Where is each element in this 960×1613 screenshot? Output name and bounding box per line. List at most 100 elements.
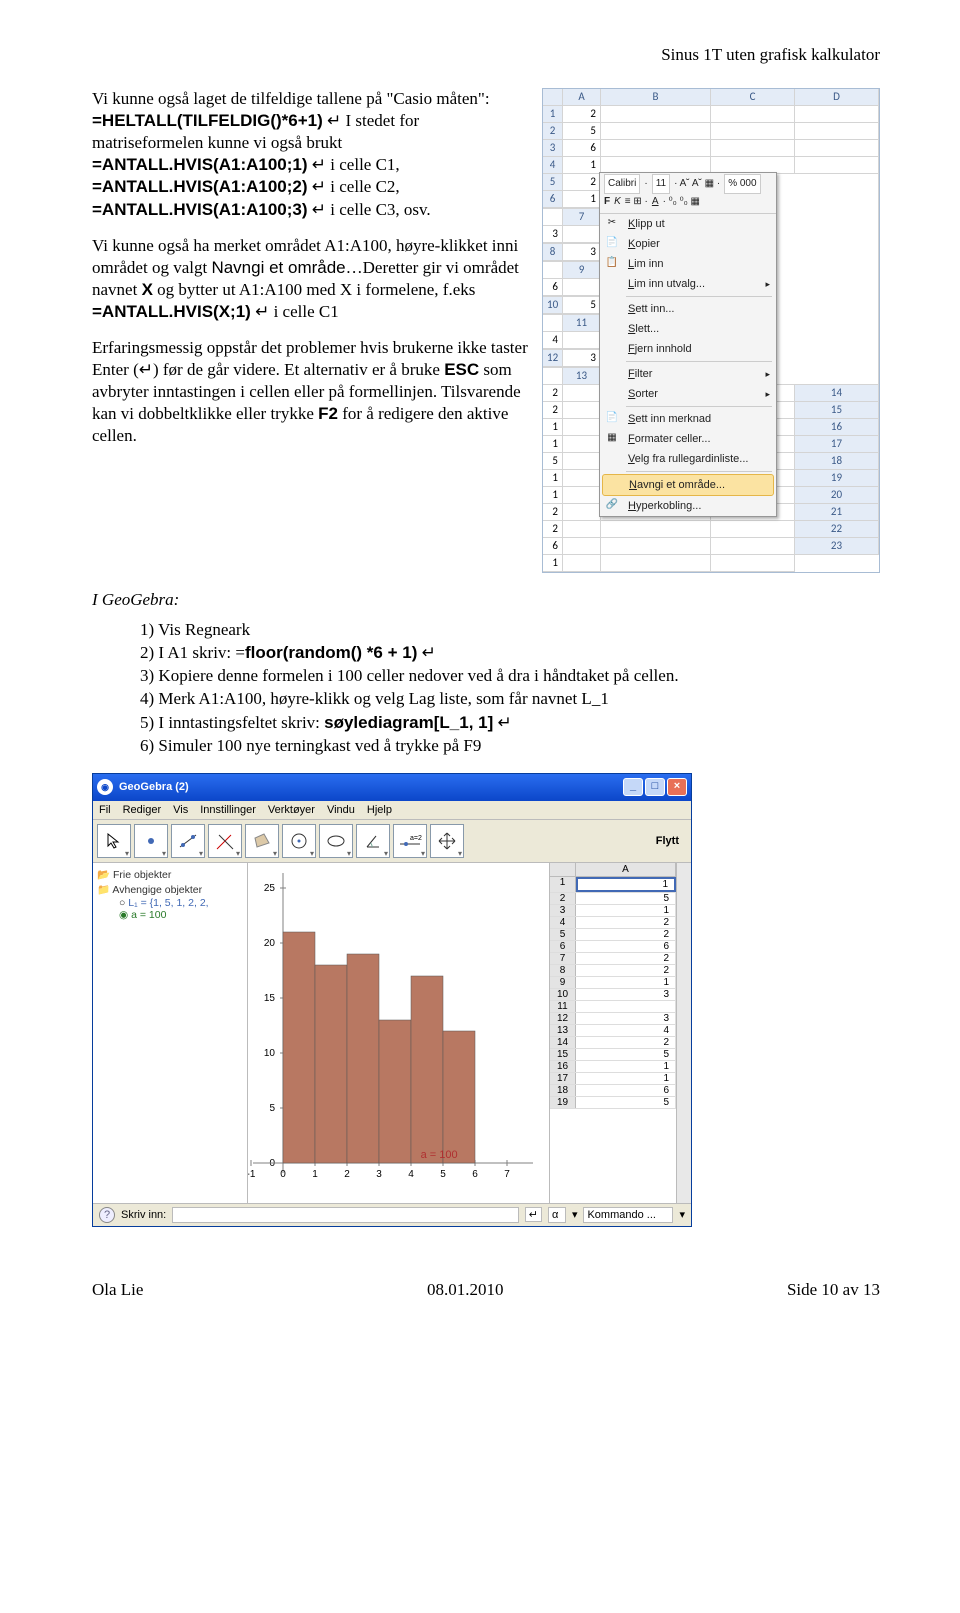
step-item: 5) I inntastingsfeltet skriv: søylediagr… — [140, 712, 880, 734]
context-item[interactable]: Navngi et område... — [602, 474, 774, 496]
sheet-row[interactable]: 155 — [550, 1049, 676, 1061]
svg-text:3: 3 — [376, 1169, 382, 1180]
sheet-row[interactable]: 186 — [550, 1085, 676, 1097]
sheet-row[interactable]: 31 — [550, 905, 676, 917]
sheet-row[interactable]: 72 — [550, 953, 676, 965]
close-button[interactable]: × — [667, 778, 687, 796]
alpha-select[interactable] — [548, 1207, 566, 1223]
page-footer: Ola Lie08.01.2010Side 10 av 13 — [92, 1279, 880, 1301]
svg-text:1: 1 — [312, 1169, 318, 1180]
menu-item[interactable]: Rediger — [123, 804, 162, 816]
page-header: Sinus 1T uten grafisk kalkulator — [92, 44, 880, 66]
menu-item[interactable]: Vindu — [327, 804, 355, 816]
menu-item[interactable]: Fil — [99, 804, 111, 816]
context-item[interactable]: 📄Sett inn merknad — [600, 409, 776, 429]
svg-text:10: 10 — [264, 1048, 276, 1059]
dependent-objects-folder[interactable]: 📁 Avhengige objekter — [97, 882, 243, 897]
svg-text:5: 5 — [269, 1103, 275, 1114]
svg-text:-1: -1 — [248, 1169, 256, 1180]
menu-item[interactable]: Vis — [173, 804, 188, 816]
col-header[interactable]: A — [576, 863, 676, 876]
step-item: 1) Vis Regneark — [140, 619, 880, 641]
svg-text:a=2: a=2 — [410, 835, 422, 842]
input-bar[interactable]: ? Skriv inn: ↵ ▾ ▾ — [93, 1203, 691, 1226]
input-field[interactable] — [172, 1207, 518, 1223]
sheet-row[interactable]: 82 — [550, 965, 676, 977]
sheet-row[interactable]: 91 — [550, 977, 676, 989]
context-item[interactable]: 🔗Hyperkobling... — [600, 496, 776, 516]
svg-text:a = 100: a = 100 — [421, 1149, 458, 1161]
excel-screenshot: ABCD1225364152Calibri · 11 · A˘ A˘ ▦ · %… — [542, 88, 880, 573]
context-item[interactable]: Fjern innhold — [600, 339, 776, 359]
tool-slider[interactable]: a=2 — [393, 824, 427, 858]
geogebra-heading: I GeoGebra: — [92, 589, 880, 611]
toolbar[interactable]: a=2 Flytt — [93, 820, 691, 863]
context-item[interactable]: ✂Klipp ut — [600, 214, 776, 234]
list-object[interactable]: ○ L₁ = {1, 5, 1, 2, 2, — [97, 897, 243, 909]
tool-circle[interactable] — [282, 824, 316, 858]
command-select[interactable] — [583, 1207, 673, 1223]
svg-text:20: 20 — [264, 938, 276, 949]
sheet-row[interactable]: 103 — [550, 989, 676, 1001]
context-item[interactable]: Filter — [600, 364, 776, 384]
tool-conic[interactable] — [319, 824, 353, 858]
input-label: Skriv inn: — [121, 1209, 166, 1221]
tool-line[interactable] — [171, 824, 205, 858]
sheet-row[interactable]: 195 — [550, 1097, 676, 1109]
sheet-row[interactable]: 25 — [550, 893, 676, 905]
help-icon[interactable]: ? — [99, 1207, 115, 1223]
sheet-row[interactable]: 11 — [550, 877, 676, 893]
sheet-row[interactable]: 171 — [550, 1073, 676, 1085]
context-item[interactable]: Sorter — [600, 384, 776, 404]
sheet-row[interactable]: 142 — [550, 1037, 676, 1049]
step-item: 3) Kopiere denne formelen i 100 celler n… — [140, 665, 880, 687]
sheet-row[interactable]: 134 — [550, 1025, 676, 1037]
app-icon: ◉ — [97, 779, 113, 795]
sheet-row[interactable]: 66 — [550, 941, 676, 953]
context-item[interactable]: Lim inn utvalg... — [600, 274, 776, 294]
menu-bar[interactable]: Fil Rediger Vis Innstillinger Verktøyer Vindu… — [93, 801, 691, 820]
menu-item[interactable]: Innstillinger — [200, 804, 256, 816]
svg-text:7: 7 — [504, 1169, 510, 1180]
context-item[interactable]: 📋Lim inn — [600, 254, 776, 274]
tool-poly[interactable] — [245, 824, 279, 858]
context-item[interactable]: Velg fra rullegardinliste... — [600, 449, 776, 469]
sheet-row[interactable]: 161 — [550, 1061, 676, 1073]
tool-point[interactable] — [134, 824, 168, 858]
paragraph-1: Vi kunne også laget de tilfeldige tallen… — [92, 88, 530, 221]
sheet-row[interactable]: 11 — [550, 1001, 676, 1013]
step-item: 4) Merk A1:A100, høyre-klikk og velg Lag… — [140, 688, 880, 710]
step-item: 2) I A1 skriv: =floor(random() *6 + 1) ↵ — [140, 642, 880, 664]
svg-text:0: 0 — [280, 1169, 286, 1180]
tool-perp[interactable] — [208, 824, 242, 858]
spreadsheet-view[interactable]: A 11253142526672829110311123134142155161… — [549, 863, 676, 1203]
context-item[interactable]: ▦Formater celler... — [600, 429, 776, 449]
geogebra-window: ◉ GeoGebra (2) _ □ × Fil Rediger Vis Innsti… — [92, 773, 692, 1227]
scrollbar[interactable] — [676, 863, 691, 1203]
context-item[interactable]: Sett inn... — [600, 299, 776, 319]
context-item[interactable]: 📄Kopier — [600, 234, 776, 254]
paragraph-2: Vi kunne også ha merket området A1:A100,… — [92, 235, 530, 323]
minimize-button[interactable]: _ — [623, 778, 643, 796]
menu-item[interactable]: Verktøyer — [268, 804, 315, 816]
geogebra-steps: 1) Vis Regneark2) I A1 skriv: =floor(ran… — [92, 619, 880, 757]
titlebar[interactable]: ◉ GeoGebra (2) _ □ × — [93, 774, 691, 801]
sheet-row[interactable]: 42 — [550, 917, 676, 929]
graphics-view[interactable]: 2520151050-101234567a = 100 — [248, 863, 549, 1203]
sheet-row[interactable]: 52 — [550, 929, 676, 941]
svg-text:2: 2 — [344, 1169, 350, 1180]
number-object[interactable]: ◉ a = 100 — [97, 909, 243, 921]
svg-text:4: 4 — [408, 1169, 414, 1180]
maximize-button[interactable]: □ — [645, 778, 665, 796]
free-objects-folder[interactable]: 📂 Frie objekter — [97, 867, 243, 882]
menu-item[interactable]: Hjelp — [367, 804, 392, 816]
svg-text:5: 5 — [440, 1169, 446, 1180]
context-item[interactable]: Slett... — [600, 319, 776, 339]
svg-text:15: 15 — [264, 993, 276, 1004]
tool-move-view[interactable] — [430, 824, 464, 858]
tool-angle[interactable] — [356, 824, 390, 858]
algebra-view[interactable]: 📂 Frie objekter 📁 Avhengige objekter ○ L… — [93, 863, 248, 1203]
main-text: Vi kunne også laget de tilfeldige tallen… — [92, 88, 530, 461]
tool-move[interactable] — [97, 824, 131, 858]
sheet-row[interactable]: 123 — [550, 1013, 676, 1025]
